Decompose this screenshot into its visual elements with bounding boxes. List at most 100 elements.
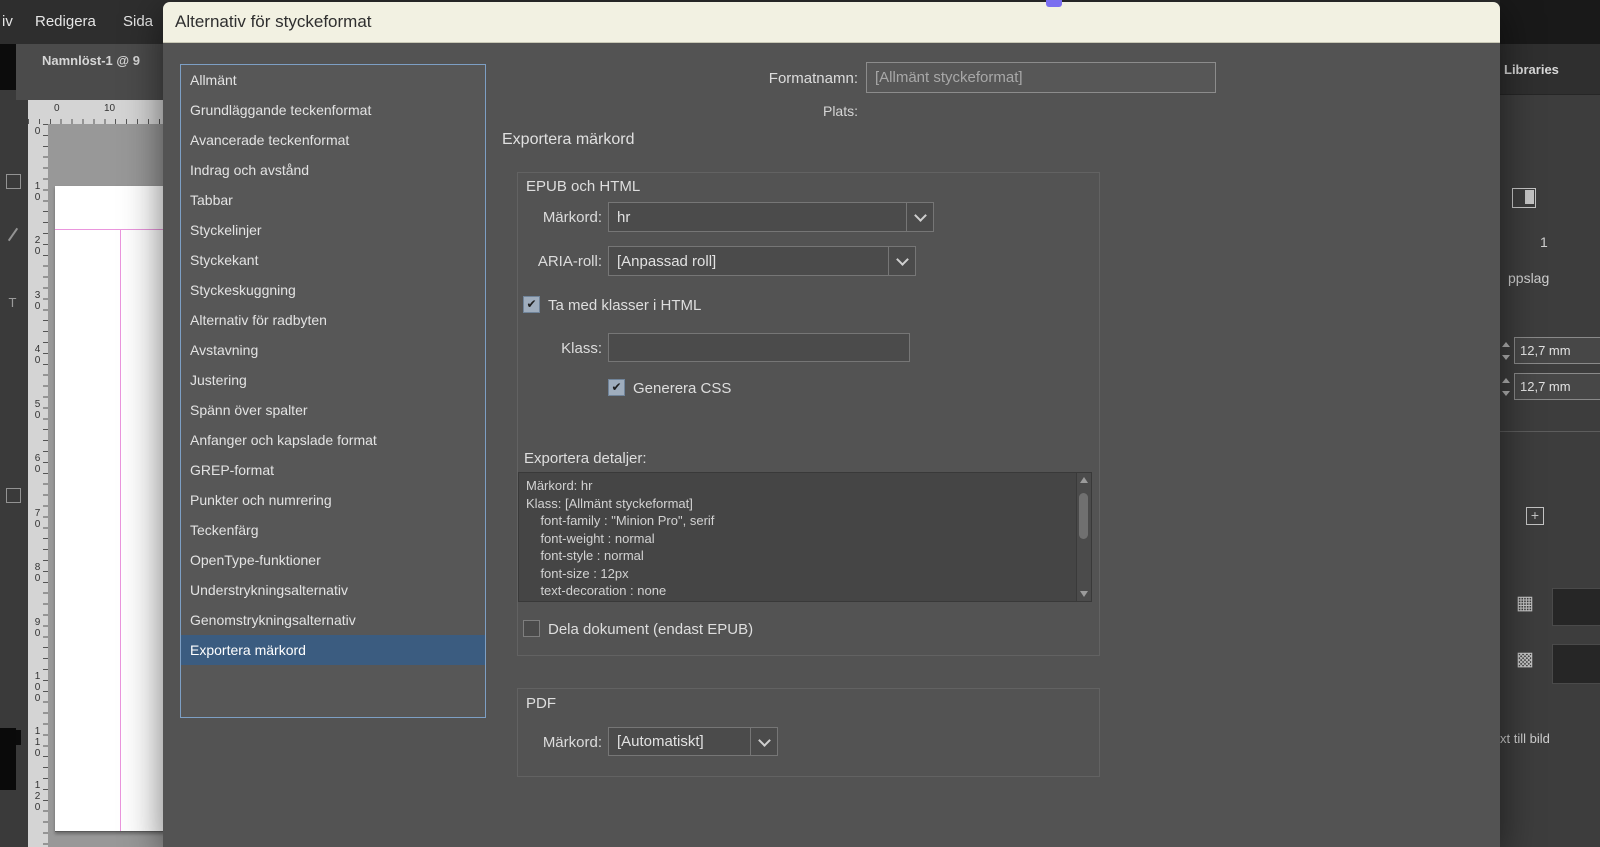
generate-css-label: Generera CSS [633,380,732,397]
menu-item-sida[interactable]: Sida [123,13,153,30]
pen-tool-icon[interactable] [6,228,19,241]
sidebar-item[interactable]: Genomstrykningsalternativ [181,605,485,635]
format-name-input[interactable]: [Allmänt styckeformat] [866,62,1216,93]
sidebar-item[interactable]: Avancerade teckenformat [181,125,485,155]
right-panel-top [1500,0,1600,44]
pdf-group: PDF Märkord: [Automatiskt] [517,688,1100,777]
scroll-up-icon[interactable] [1080,477,1088,483]
sidebar-item[interactable]: Understrykningsalternativ [181,575,485,605]
sidebar-item[interactable]: Anfanger och kapslade format [181,425,485,455]
pasteboard [48,124,165,847]
dialog-titlebar[interactable]: Alternativ för styckeformat [163,2,1500,43]
sidebar-item[interactable]: Punkter och numrering [181,485,485,515]
libraries-panel-header: Libraries [1500,44,1600,95]
sidebar-item[interactable]: Indrag och avstånd [181,155,485,185]
tools-panel: T [0,44,28,847]
chevron-down-icon[interactable] [750,728,777,755]
add-page-icon[interactable]: + [1526,507,1544,525]
ruler-number: 120 [32,780,43,813]
aria-roll-label: ARIA-roll: [537,253,602,270]
sidebar-item[interactable]: Avstavning [181,335,485,365]
dialog-sidebar: Allmänt Grundläggande teckenformat Avancer… [180,64,486,718]
panel-button[interactable] [1552,644,1600,684]
generate-css-checkbox[interactable]: ✔ [608,379,625,396]
document-page[interactable] [55,186,165,832]
epub-html-group: EPUB och HTML Märkord: hr ARIA-roll: [An… [517,172,1100,656]
ruler-number: 110 [32,725,43,759]
ruler-number: 80 [32,562,43,584]
sidebar-item[interactable]: Teckenfärg [181,515,485,545]
menu-item-redigera[interactable]: Redigera [35,13,96,30]
margin-stepper[interactable] [1500,374,1511,400]
swatch-block [0,728,16,790]
sidebar-item[interactable]: OpenType-funktioner [181,545,485,575]
check-icon: ✔ [611,380,622,394]
sidebar-item[interactable]: GREP-format [181,455,485,485]
ruler-number: 0 [54,103,60,114]
export-detail-line: font-family : "Minion Pro", serif [526,513,715,528]
menu-item-arkiv[interactable]: iv [2,13,13,30]
margin-stepper[interactable] [1500,338,1511,364]
split-document-checkbox[interactable]: ✔ [523,620,540,637]
pdf-group-title: PDF [526,695,556,712]
ruler-number: 30 [32,289,43,312]
margin-value-input[interactable]: 12,7 mm [1514,337,1600,364]
tab-libraries[interactable]: Libraries [1504,62,1559,77]
document-tab[interactable]: Namnlöst-1 @ 9 [42,53,140,68]
sidebar-item[interactable]: Alternativ för radbyten [181,305,485,335]
epub-html-group-title: EPUB och HTML [526,178,641,195]
ruler-number: 40 [32,344,43,366]
uppslag-label: ppslag [1508,270,1550,286]
type-tool-icon[interactable]: T [6,296,19,309]
export-detail-line: font-weight : normal [526,530,655,546]
pages-count: 1 [1540,234,1548,250]
aria-roll-dropdown[interactable]: [Anpassad roll] [608,246,916,276]
sidebar-item[interactable]: Allmänt [181,65,485,95]
frame-tool-icon[interactable] [6,174,21,189]
right-panel: Libraries 1 ppslag 12,7 mm 12,7 mm + ▦ ▩… [1500,0,1600,847]
margin-value-input[interactable]: 12,7 mm [1514,373,1600,400]
ruler-number: 60 [32,453,43,475]
dialog-title: Alternativ för styckeformat [175,12,372,31]
grid-icon[interactable]: ▩ [1516,650,1534,670]
sidebar-item[interactable]: Styckekant [181,245,485,275]
details-scrollbar[interactable] [1076,473,1091,601]
scroll-down-icon[interactable] [1080,591,1088,597]
paragraph-style-options-dialog: Alternativ för styckeformat Allmänt Grund… [163,2,1500,847]
ruler-number: 90 [32,616,43,639]
ruler-number: 10 [104,103,116,114]
sidebar-item[interactable]: Exportera märkord [181,635,485,665]
include-classes-checkbox[interactable]: ✔ [523,296,540,313]
ruler-number: 20 [32,235,43,257]
ruler-number: 0 [32,126,43,137]
table-icon[interactable]: ▦ [1516,594,1534,614]
panel-button[interactable] [1552,588,1600,626]
klass-input[interactable] [608,333,910,362]
klass-label: Klass: [561,340,602,357]
app-icon [1046,0,1062,7]
rectangle-tool-icon[interactable] [6,488,21,503]
chevron-down-icon[interactable] [906,203,933,231]
sidebar-item[interactable]: Justering [181,365,485,395]
sidebar-item[interactable]: Styckeskuggning [181,275,485,305]
horizontal-ruler: 0 10 [28,100,163,125]
margin-guide [55,229,165,230]
markord-dropdown[interactable]: hr [608,202,934,232]
ruler-number: 70 [32,507,43,530]
indesign-screen: iv Redigera Sida T Namnlöst-1 @ 9 0 10 0 1… [0,0,1600,847]
text-to-image-label: xt till bild [1500,731,1550,746]
export-detail-line: Klass: [Allmänt styckeformat] [526,495,693,511]
include-classes-label: Ta med klasser i HTML [548,297,702,314]
export-details-label: Exportera detaljer: [524,450,647,467]
scroll-thumb[interactable] [1079,493,1088,539]
pages-panel-icon[interactable] [1512,188,1536,208]
sidebar-item[interactable]: Styckelinjer [181,215,485,245]
vertical-ruler: 0 10 20 30 40 50 60 70 80 90 100 110 120 [28,124,49,847]
pdf-markord-value: [Automatiskt] [617,733,704,750]
pdf-markord-dropdown[interactable]: [Automatiskt] [608,727,778,756]
aria-roll-value: [Anpassad roll] [617,252,717,270]
sidebar-item[interactable]: Tabbar [181,185,485,215]
sidebar-item[interactable]: Grundläggande teckenformat [181,95,485,125]
sidebar-item[interactable]: Spänn över spalter [181,395,485,425]
chevron-down-icon[interactable] [888,247,915,275]
